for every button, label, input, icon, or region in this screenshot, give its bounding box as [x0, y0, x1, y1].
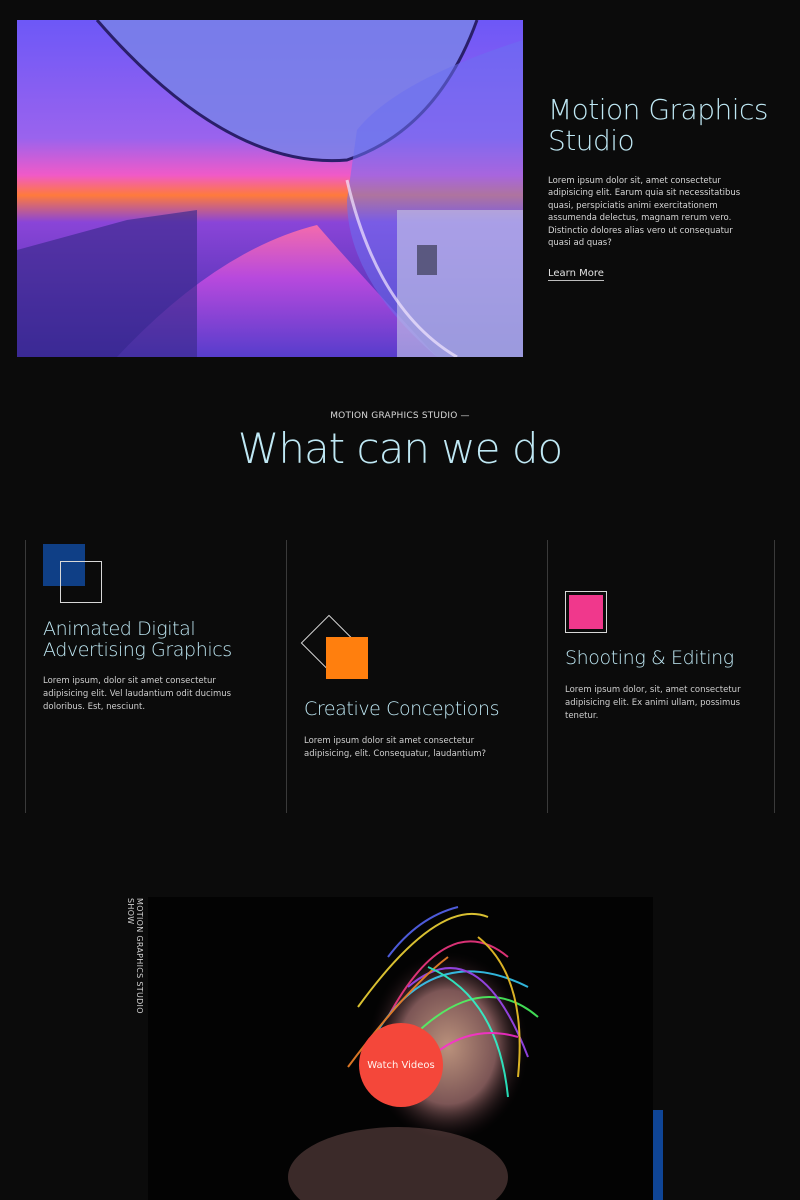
- column-divider: [547, 540, 548, 813]
- service-title: Creative Conceptions: [304, 698, 500, 720]
- video-accent-bar: [653, 1110, 663, 1200]
- hero-title: Motion Graphics Studio: [548, 93, 768, 157]
- hero-image: [17, 20, 523, 357]
- service-description: Lorem ipsum dolor, sit, amet consectetur…: [565, 685, 741, 721]
- service-description: Lorem ipsum, dolor sit amet consectetur …: [43, 676, 232, 712]
- section-title: What can we do: [237, 424, 563, 473]
- section-kicker: MOTION GRAPHICS STUDIO —: [330, 411, 470, 421]
- video-side-label: MOTION GRAPHICS STUDIO SHOW: [126, 898, 144, 1014]
- watch-videos-button[interactable]: Watch Videos: [359, 1023, 443, 1107]
- column-divider: [286, 540, 287, 813]
- service-title: Shooting & Editing: [565, 647, 734, 669]
- orange-square-diamond-icon: [300, 614, 370, 684]
- blue-square-outline-icon: [43, 544, 103, 604]
- column-divider: [774, 540, 775, 813]
- learn-more-link[interactable]: Learn More: [548, 268, 604, 281]
- hero-description: Lorem ipsum dolor sit, amet consectetur …: [548, 176, 741, 249]
- service-description: Lorem ipsum dolor sit amet consectetur a…: [304, 736, 487, 759]
- service-title: Animated Digital Advertising Graphics: [43, 618, 232, 661]
- pink-square-outline-icon: [565, 591, 607, 633]
- column-divider: [25, 540, 26, 813]
